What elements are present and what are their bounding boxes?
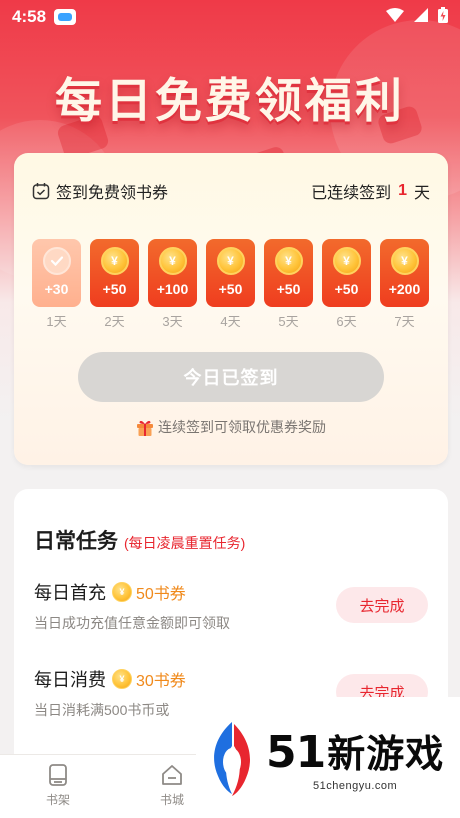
watermark-text: 51 新游戏 51chengyu.com [266, 723, 444, 792]
page-title: 每日免费领福利 [55, 74, 405, 129]
tasks-subtitle: (每日凌晨重置任务) [124, 535, 246, 551]
gift-icon [136, 419, 154, 436]
day-reward: +30 [44, 281, 69, 297]
bookstore-icon [162, 765, 182, 785]
day-label: 6天 [336, 314, 357, 329]
signin-day-1: +30 1天 [32, 239, 81, 330]
day-reward: +200 [388, 281, 421, 297]
streak-days: 1 [398, 182, 407, 199]
signin-header: 签到免费领书券 已连续签到 1 天 [32, 179, 430, 203]
task-name: 每日首充 [34, 583, 106, 603]
reward-note-text: 连续签到可领取优惠券奖励 [158, 419, 326, 435]
bookshelf-icon [49, 764, 67, 786]
day-tile: ¥ +50 [90, 239, 139, 307]
coin-icon: ¥ [274, 247, 303, 275]
day-label: 1天 [46, 314, 67, 329]
coin-icon: ¥ [100, 247, 129, 275]
checkmark-coin-icon [42, 247, 71, 275]
day-label: 7天 [394, 314, 415, 329]
day-reward: +50 [102, 281, 127, 297]
day-tile: ¥ +50 [322, 239, 371, 307]
signal-icon [414, 7, 428, 27]
coin-icon: ¥ [332, 247, 361, 275]
signin-days: +30 1天 ¥ +50 2天 ¥ +100 3天 ¥ +50 4天 ¥ +50… [32, 239, 430, 330]
day-tile: ¥ +50 [206, 239, 255, 307]
signin-day-3: ¥ +100 3天 [148, 239, 197, 330]
tab-label: 书城 [159, 793, 184, 807]
coin-icon: ¥ [112, 669, 132, 689]
tab-bookstore[interactable]: 书城 [142, 763, 202, 808]
day-tile: ¥ +200 [380, 239, 429, 307]
signin-day-6: ¥ +50 6天 [322, 239, 371, 330]
streak-prefix: 已连续签到 [311, 185, 392, 202]
day-tile: ¥ +50 [264, 239, 313, 307]
watermark-logo-icon [214, 721, 250, 796]
day-tile: +30 [32, 239, 81, 307]
tasks-title: 日常任务 [34, 530, 118, 553]
watermark-url: 51chengyu.com [313, 780, 398, 792]
tab-label: 书架 [45, 793, 70, 807]
signin-day-5: ¥ +50 5天 [264, 239, 313, 330]
signin-label: 签到免费领书券 [56, 185, 169, 202]
tasks-header: 日常任务 (每日凌晨重置任务) [34, 525, 245, 555]
watermark-logo: 51 新游戏 51chengyu.com [196, 697, 460, 818]
signin-day-7: ¥ +200 7天 [380, 239, 429, 330]
watermark-number: 51 [266, 727, 326, 778]
coin-icon: ¥ [158, 247, 187, 275]
day-reward: +100 [156, 281, 189, 297]
day-reward: +50 [334, 281, 359, 297]
status-bar: 4:58 [0, 0, 460, 34]
day-label: 2天 [104, 314, 125, 329]
streak-counter: 已连续签到 1 天 [311, 179, 430, 203]
reward-note: 连续签到可领取优惠券奖励 [14, 417, 448, 437]
wifi-icon [386, 7, 404, 27]
task-reward: 50书券 [136, 586, 186, 603]
task-name: 每日消费 [34, 670, 106, 690]
signin-day-2: ¥ +50 2天 [90, 239, 139, 330]
day-label: 4天 [220, 314, 241, 329]
app-notification-icon [54, 9, 77, 25]
streak-suffix: 天 [413, 185, 430, 202]
status-time: 4:58 [12, 7, 47, 26]
watermark-name: 新游戏 [327, 734, 445, 776]
signed-in-button[interactable]: 今日已签到 [78, 352, 384, 402]
day-reward: +50 [276, 281, 301, 297]
coin-icon: ¥ [390, 247, 419, 275]
task-reward: 30书券 [136, 673, 186, 690]
calendar-check-icon [32, 182, 50, 200]
battery-icon [438, 6, 448, 28]
coin-icon: ¥ [112, 582, 132, 602]
coin-icon: ¥ [216, 247, 245, 275]
day-label: 3天 [162, 314, 183, 329]
day-tile: ¥ +100 [148, 239, 197, 307]
signin-day-4: ¥ +50 4天 [206, 239, 255, 330]
go-complete-button[interactable]: 去完成 [336, 587, 428, 623]
signin-card: 签到免费领书券 已连续签到 1 天 +30 1天 ¥ +50 2天 ¥ +100… [14, 153, 448, 465]
day-reward: +50 [218, 281, 243, 297]
day-label: 5天 [278, 314, 299, 329]
task-item: 每日首充 ¥ 50书券 当日成功充值任意金额即可领取 去完成 [34, 579, 428, 641]
tab-bookshelf[interactable]: 书架 [28, 763, 88, 808]
